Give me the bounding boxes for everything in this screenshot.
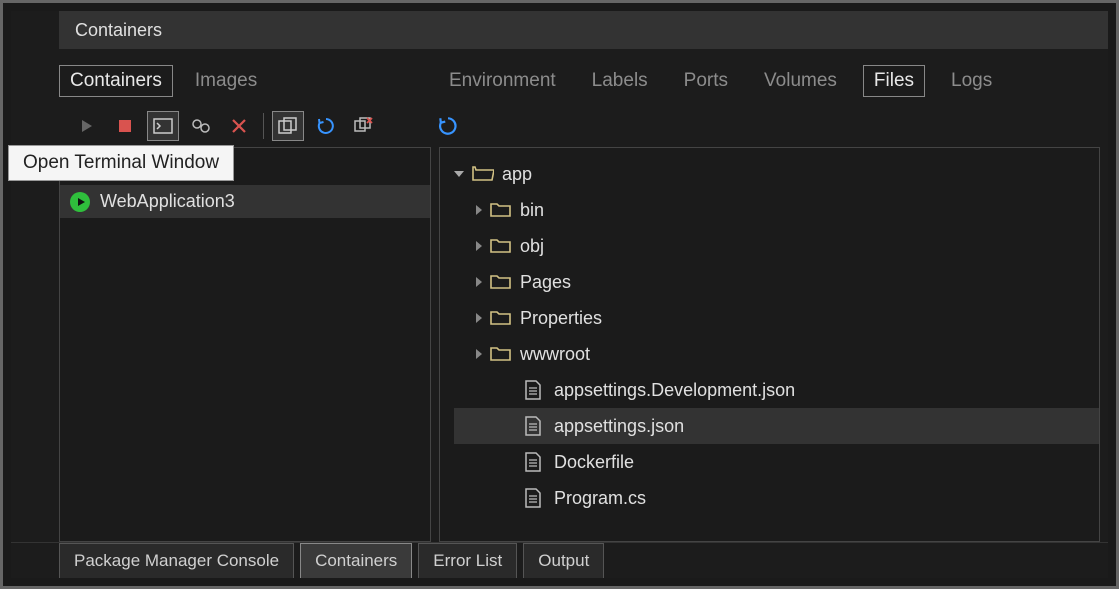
left-tab-strip: Containers Images: [59, 57, 439, 105]
tab-files[interactable]: Files: [863, 65, 925, 97]
panel-title-text: Containers: [75, 20, 162, 41]
folder-icon: [490, 236, 512, 256]
tree-label: Dockerfile: [554, 452, 634, 473]
running-indicator-icon: [70, 192, 90, 212]
settings-button[interactable]: [185, 111, 217, 141]
file-icon: [524, 488, 546, 508]
tree-label: appsettings.json: [554, 416, 684, 437]
tree-file[interactable]: appsettings.Development.json: [454, 372, 1099, 408]
stop-button[interactable]: [109, 111, 141, 141]
tree-folder[interactable]: obj: [454, 228, 1099, 264]
tab-logs[interactable]: Logs: [941, 66, 1002, 96]
file-icon: [524, 416, 546, 436]
btab-package-manager-console[interactable]: Package Manager Console: [59, 543, 294, 578]
chevron-right-icon: [476, 241, 482, 251]
tree-label: Program.cs: [554, 488, 646, 509]
tree-label: appsettings.Development.json: [554, 380, 795, 401]
folder-icon: [490, 308, 512, 328]
left-toolbar: [11, 105, 1108, 147]
tree-folder[interactable]: wwwroot: [454, 336, 1099, 372]
chevron-right-icon: [476, 313, 482, 323]
tab-volumes[interactable]: Volumes: [754, 66, 847, 96]
tab-images[interactable]: Images: [185, 66, 267, 96]
toolbar-separator: [263, 113, 264, 139]
folder-icon: [490, 344, 512, 364]
chevron-right-icon: [476, 349, 482, 359]
tree-label: Properties: [520, 308, 602, 329]
btab-error-list[interactable]: Error List: [418, 543, 517, 578]
delete-button[interactable]: [223, 111, 255, 141]
tree-folder[interactable]: bin: [454, 192, 1099, 228]
tree-folder[interactable]: Pages: [454, 264, 1099, 300]
tree-label: obj: [520, 236, 544, 257]
chevron-right-icon: [476, 277, 482, 287]
file-icon: [524, 452, 546, 472]
files-tree-panel: app bin obj Pages: [439, 147, 1100, 542]
tree-label: Pages: [520, 272, 571, 293]
containers-list-panel: s WebApplication3: [59, 147, 431, 542]
tree-label: bin: [520, 200, 544, 221]
tree-root[interactable]: app: [454, 156, 1099, 192]
terminal-button[interactable]: [147, 111, 179, 141]
folder-open-icon: [472, 164, 494, 184]
btab-output[interactable]: Output: [523, 543, 604, 578]
tree-folder[interactable]: Properties: [454, 300, 1099, 336]
start-button[interactable]: [71, 111, 103, 141]
tab-labels[interactable]: Labels: [582, 66, 658, 96]
chevron-down-icon: [454, 171, 464, 177]
tab-ports[interactable]: Ports: [674, 66, 738, 96]
folder-icon: [490, 272, 512, 292]
tooltip: Open Terminal Window: [8, 145, 234, 181]
tree-file[interactable]: appsettings.json: [454, 408, 1099, 444]
tooltip-text: Open Terminal Window: [23, 152, 219, 173]
panel-title: Containers: [11, 11, 1108, 49]
refresh-files-button[interactable]: [432, 111, 464, 141]
folder-icon: [490, 200, 512, 220]
tab-containers[interactable]: Containers: [59, 65, 173, 97]
refresh-list-button[interactable]: [310, 111, 342, 141]
chevron-right-icon: [476, 205, 482, 215]
bottom-tab-strip: Package Manager Console Containers Error…: [11, 542, 1108, 578]
tree-file[interactable]: Program.cs: [454, 480, 1099, 516]
tree-file[interactable]: Dockerfile: [454, 444, 1099, 480]
container-name: WebApplication3: [100, 191, 235, 212]
tree-label: wwwroot: [520, 344, 590, 365]
tree-label: app: [502, 164, 532, 185]
show-all-button[interactable]: [272, 111, 304, 141]
right-tab-strip: Environment Labels Ports Volumes Files L…: [439, 57, 1108, 105]
btab-containers[interactable]: Containers: [300, 543, 412, 578]
prune-button[interactable]: [348, 111, 380, 141]
tab-environment[interactable]: Environment: [439, 66, 566, 96]
container-row[interactable]: WebApplication3: [60, 185, 430, 218]
file-icon: [524, 380, 546, 400]
